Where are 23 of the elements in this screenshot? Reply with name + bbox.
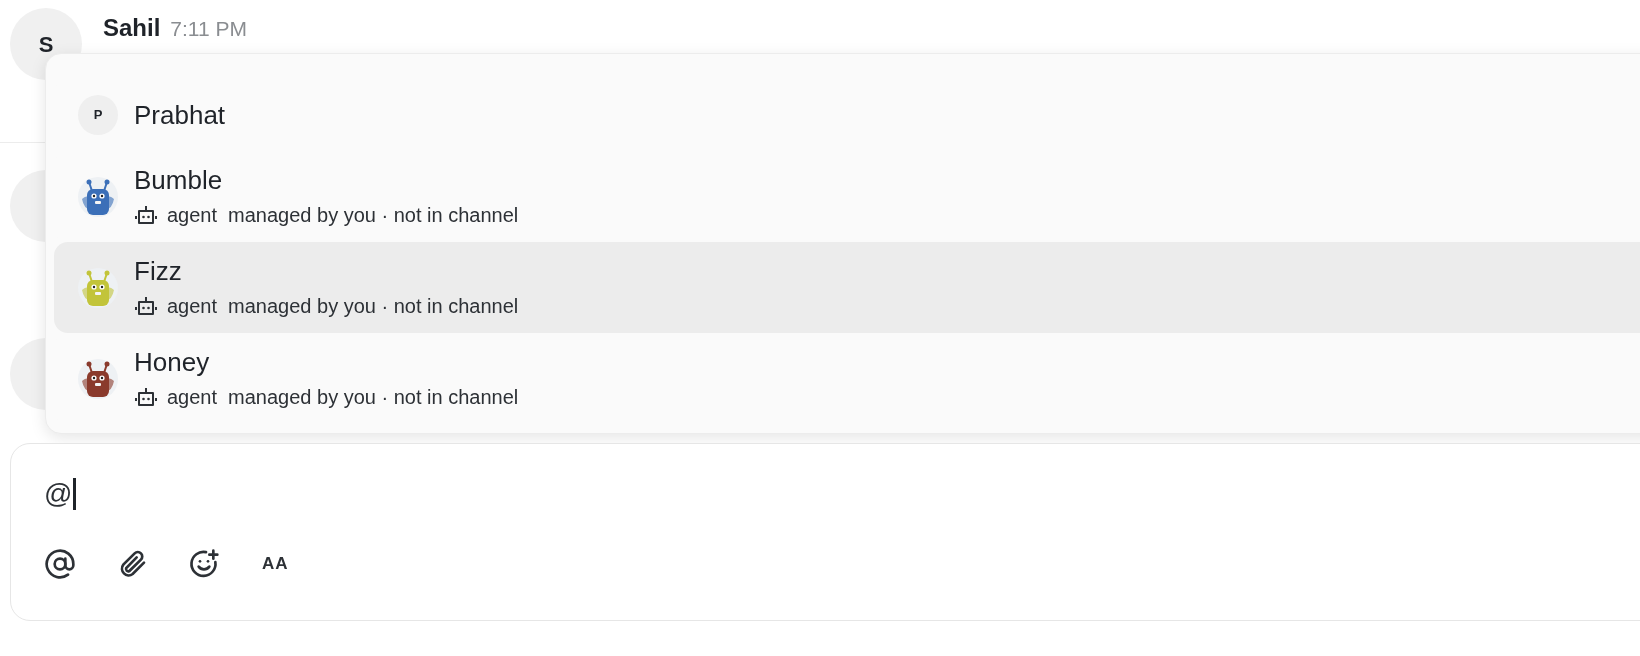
agent-name: Bumble	[134, 163, 224, 196]
mention-option[interactable]: Fizz agent managed by you · not in channel	[54, 242, 1640, 333]
mention-icon[interactable]	[44, 548, 76, 580]
agent-tag: agent	[167, 381, 218, 412]
agent-name: Fizz	[134, 254, 183, 287]
user-avatar: P	[78, 95, 118, 135]
bug-avatar-drawing	[78, 358, 118, 399]
composer-text: @	[44, 477, 73, 511]
bug-avatar-drawing	[78, 176, 118, 217]
author-name: Sahil	[103, 13, 161, 43]
message-time: 7:11 PM	[170, 16, 247, 42]
member-name: Prabhat	[134, 98, 226, 132]
emoji-add-icon[interactable]	[188, 548, 220, 580]
text-cursor	[73, 478, 77, 510]
agent-tag: agent	[167, 290, 218, 321]
agent-status: managed by you · not in channel	[228, 384, 519, 410]
agent-name: Honey	[134, 345, 211, 378]
agent-status: managed by you · not in channel	[228, 293, 519, 319]
bug-avatar-drawing	[78, 267, 118, 308]
text-format-button[interactable]: AA	[260, 551, 291, 577]
message-composer[interactable]: @ AA	[10, 443, 1640, 621]
agent-status: managed by you · not in channel	[228, 202, 519, 228]
agent-tag: agent	[167, 199, 218, 230]
